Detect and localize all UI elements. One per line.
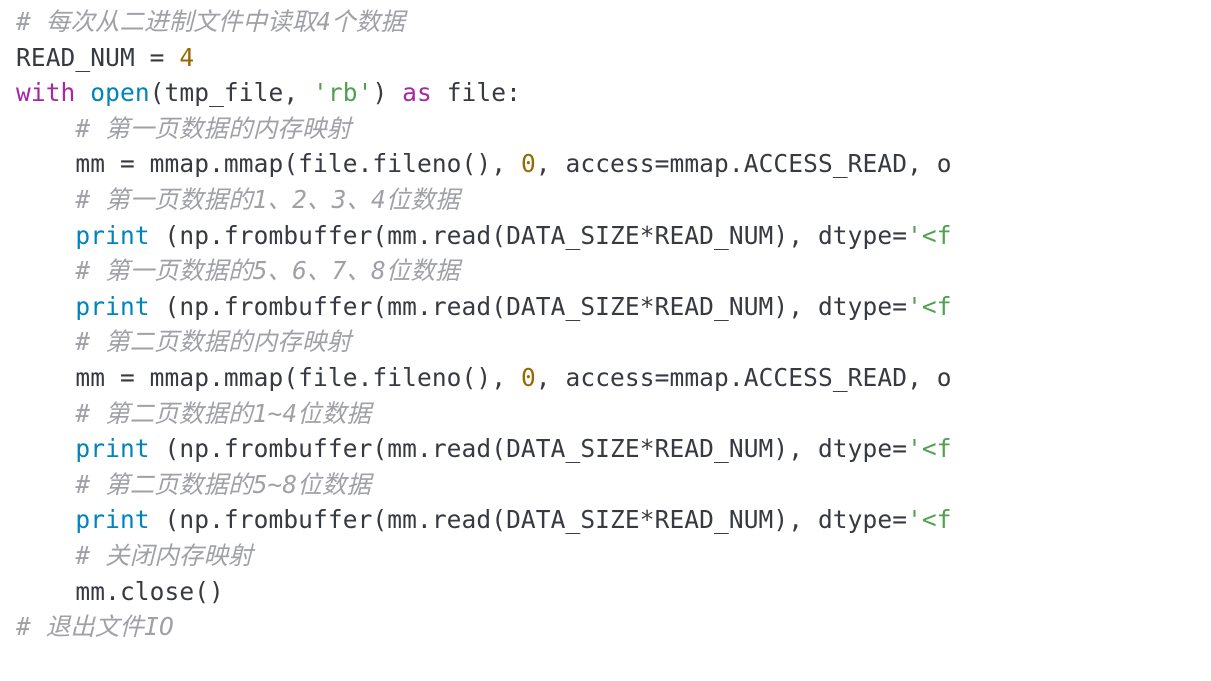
code-token: (np.frombuffer(mm.read(DATA_SIZE <box>150 434 640 463</box>
code-indent <box>16 221 75 250</box>
code-token: = <box>120 363 135 392</box>
code-token: # 关闭内存映射 <box>75 541 252 570</box>
code-token: mmap.ACCESS_READ, o <box>669 149 951 178</box>
code-token: mmap.mmap(file.fileno(), <box>135 149 521 178</box>
code-token: mm <box>75 149 120 178</box>
code-token: READ_NUM), dtype <box>655 434 893 463</box>
code-token: (tmp_file, <box>150 78 313 107</box>
code-token: as <box>402 78 432 107</box>
code-line: # 第一页数据的1、2、3、4位数据 <box>16 185 460 214</box>
code-indent <box>16 577 75 606</box>
code-token: , access <box>536 363 655 392</box>
code-line: mm.close() <box>16 577 224 606</box>
code-token: 0 <box>521 149 536 178</box>
code-token: mm <box>75 363 120 392</box>
code-token: READ_NUM), dtype <box>655 221 893 250</box>
code-indent <box>16 470 75 499</box>
code-line: print (np.frombuffer(mm.read(DATA_SIZE*R… <box>16 505 952 534</box>
code-token: (np.frombuffer(mm.read(DATA_SIZE <box>150 221 640 250</box>
code-token: print <box>75 434 149 463</box>
code-line: # 第一页数据的5、6、7、8位数据 <box>16 256 460 285</box>
code-indent <box>16 149 75 178</box>
code-token: # 第二页数据的1~4位数据 <box>75 399 371 428</box>
code-indent <box>16 434 75 463</box>
code-token: '<f <box>907 505 952 534</box>
code-token: mm.close() <box>75 577 224 606</box>
code-token: print <box>75 221 149 250</box>
code-token: READ_NUM), dtype <box>655 292 893 321</box>
code-token: print <box>75 292 149 321</box>
code-token: = <box>655 363 670 392</box>
code-token: # 第二页数据的内存映射 <box>75 327 351 356</box>
code-token: READ_NUM <box>16 43 150 72</box>
code-token <box>75 78 90 107</box>
code-line: # 第一页数据的内存映射 <box>16 114 351 143</box>
code-token: open <box>90 78 149 107</box>
code-token: * <box>640 505 655 534</box>
code-line: # 第二页数据的内存映射 <box>16 327 351 356</box>
code-indent <box>16 505 75 534</box>
code-indent <box>16 185 75 214</box>
code-token: , access <box>536 149 655 178</box>
code-token: = <box>892 292 907 321</box>
code-indent <box>16 114 75 143</box>
code-line: # 关闭内存映射 <box>16 541 253 570</box>
code-token: = <box>150 43 165 72</box>
code-line: mm = mmap.mmap(file.fileno(), 0, access=… <box>16 363 952 392</box>
code-token: = <box>120 149 135 178</box>
code-token: 'rb' <box>313 78 372 107</box>
code-token: # 第一页数据的5、6、7、8位数据 <box>75 256 459 285</box>
code-token: # 退出文件IO <box>16 612 174 641</box>
code-line: # 每次从二进制文件中读取4个数据 <box>16 7 405 36</box>
code-token: # 第二页数据的5~8位数据 <box>75 470 371 499</box>
code-token: READ_NUM), dtype <box>655 505 893 534</box>
code-token: # 第一页数据的内存映射 <box>75 114 351 143</box>
code-token: 4 <box>179 43 194 72</box>
code-line: # 第二页数据的1~4位数据 <box>16 399 371 428</box>
code-indent <box>16 363 75 392</box>
code-token: '<f <box>907 221 952 250</box>
code-token: 0 <box>521 363 536 392</box>
code-token: # 第一页数据的1、2、3、4位数据 <box>75 185 459 214</box>
code-token: (np.frombuffer(mm.read(DATA_SIZE <box>150 292 640 321</box>
code-token: # 每次从二进制文件中读取4个数据 <box>16 7 405 36</box>
code-token: = <box>655 149 670 178</box>
code-block: # 每次从二进制文件中读取4个数据 READ_NUM = 4 with open… <box>0 0 1211 645</box>
code-token: * <box>640 221 655 250</box>
code-token: * <box>640 292 655 321</box>
code-indent <box>16 399 75 428</box>
code-indent <box>16 327 75 356</box>
code-line: print (np.frombuffer(mm.read(DATA_SIZE*R… <box>16 434 952 463</box>
code-line: READ_NUM = 4 <box>16 43 194 72</box>
code-token: print <box>75 505 149 534</box>
code-indent <box>16 256 75 285</box>
code-token: '<f <box>907 434 952 463</box>
code-token: ) <box>372 78 402 107</box>
code-token: file: <box>432 78 521 107</box>
code-line: print (np.frombuffer(mm.read(DATA_SIZE*R… <box>16 292 952 321</box>
code-line: # 退出文件IO <box>16 612 174 641</box>
code-token: * <box>640 434 655 463</box>
code-token: (np.frombuffer(mm.read(DATA_SIZE <box>150 505 640 534</box>
code-indent <box>16 541 75 570</box>
code-token: = <box>892 434 907 463</box>
code-token: = <box>892 221 907 250</box>
code-token: mmap.mmap(file.fileno(), <box>135 363 521 392</box>
code-token: '<f <box>907 292 952 321</box>
code-token <box>165 43 180 72</box>
code-token: with <box>16 78 75 107</box>
code-line: with open(tmp_file, 'rb') as file: <box>16 78 521 107</box>
code-line: mm = mmap.mmap(file.fileno(), 0, access=… <box>16 149 952 178</box>
code-line: print (np.frombuffer(mm.read(DATA_SIZE*R… <box>16 221 952 250</box>
code-token: mmap.ACCESS_READ, o <box>669 363 951 392</box>
code-token: = <box>892 505 907 534</box>
code-line: # 第二页数据的5~8位数据 <box>16 470 371 499</box>
code-indent <box>16 292 75 321</box>
